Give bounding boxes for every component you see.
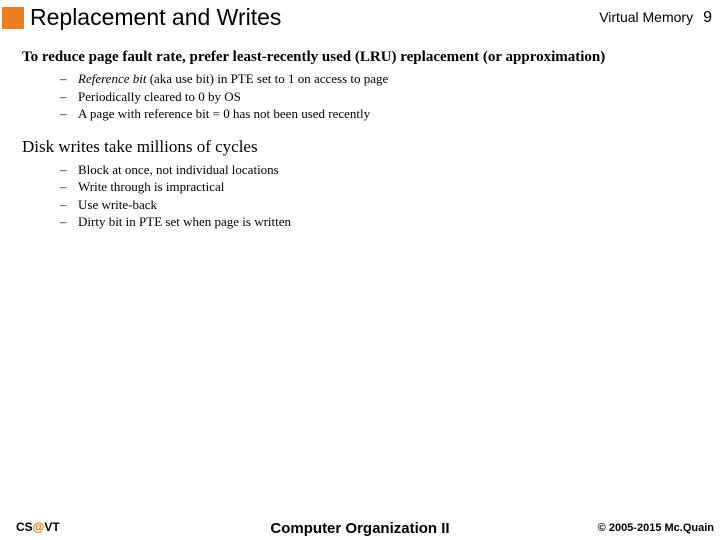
list-item: Periodically cleared to 0 by OS (60, 88, 702, 106)
footer-vt: VT (44, 520, 59, 534)
sublist-1: Reference bit (aka use bit) in PTE set t… (60, 70, 702, 123)
italic-term: Reference bit (78, 71, 146, 86)
course-name: Virtual Memory (599, 9, 693, 25)
main-point-2: Disk writes take millions of cycles (22, 137, 702, 157)
list-item: Reference bit (aka use bit) in PTE set t… (60, 70, 702, 88)
list-item: Write through is impractical (60, 178, 702, 196)
list-text: (aka use bit) in PTE set to 1 on access … (146, 71, 388, 86)
footer-right: © 2005-2015 Mc.Quain (598, 522, 714, 534)
footer-at: @ (33, 520, 45, 534)
sublist-2: Block at once, not individual locations … (60, 161, 702, 231)
slide-header: Replacement and Writes Virtual Memory 9 (0, 0, 720, 35)
footer-left: CS@VT (16, 520, 60, 534)
page-number: 9 (703, 9, 712, 27)
slide-footer: CS@VT Computer Organization II © 2005-20… (0, 520, 720, 534)
list-item: A page with reference bit = 0 has not be… (60, 105, 702, 123)
accent-square (2, 7, 24, 29)
footer-cs: CS (16, 520, 33, 534)
list-item: Block at once, not individual locations (60, 161, 702, 179)
main-point-1: To reduce page fault rate, prefer least-… (22, 49, 702, 66)
slide-title: Replacement and Writes (30, 4, 281, 31)
slide-body: To reduce page fault rate, prefer least-… (0, 35, 720, 231)
footer-center: Computer Organization II (270, 520, 449, 537)
list-item: Dirty bit in PTE set when page is writte… (60, 213, 702, 231)
list-item: Use write-back (60, 196, 702, 214)
